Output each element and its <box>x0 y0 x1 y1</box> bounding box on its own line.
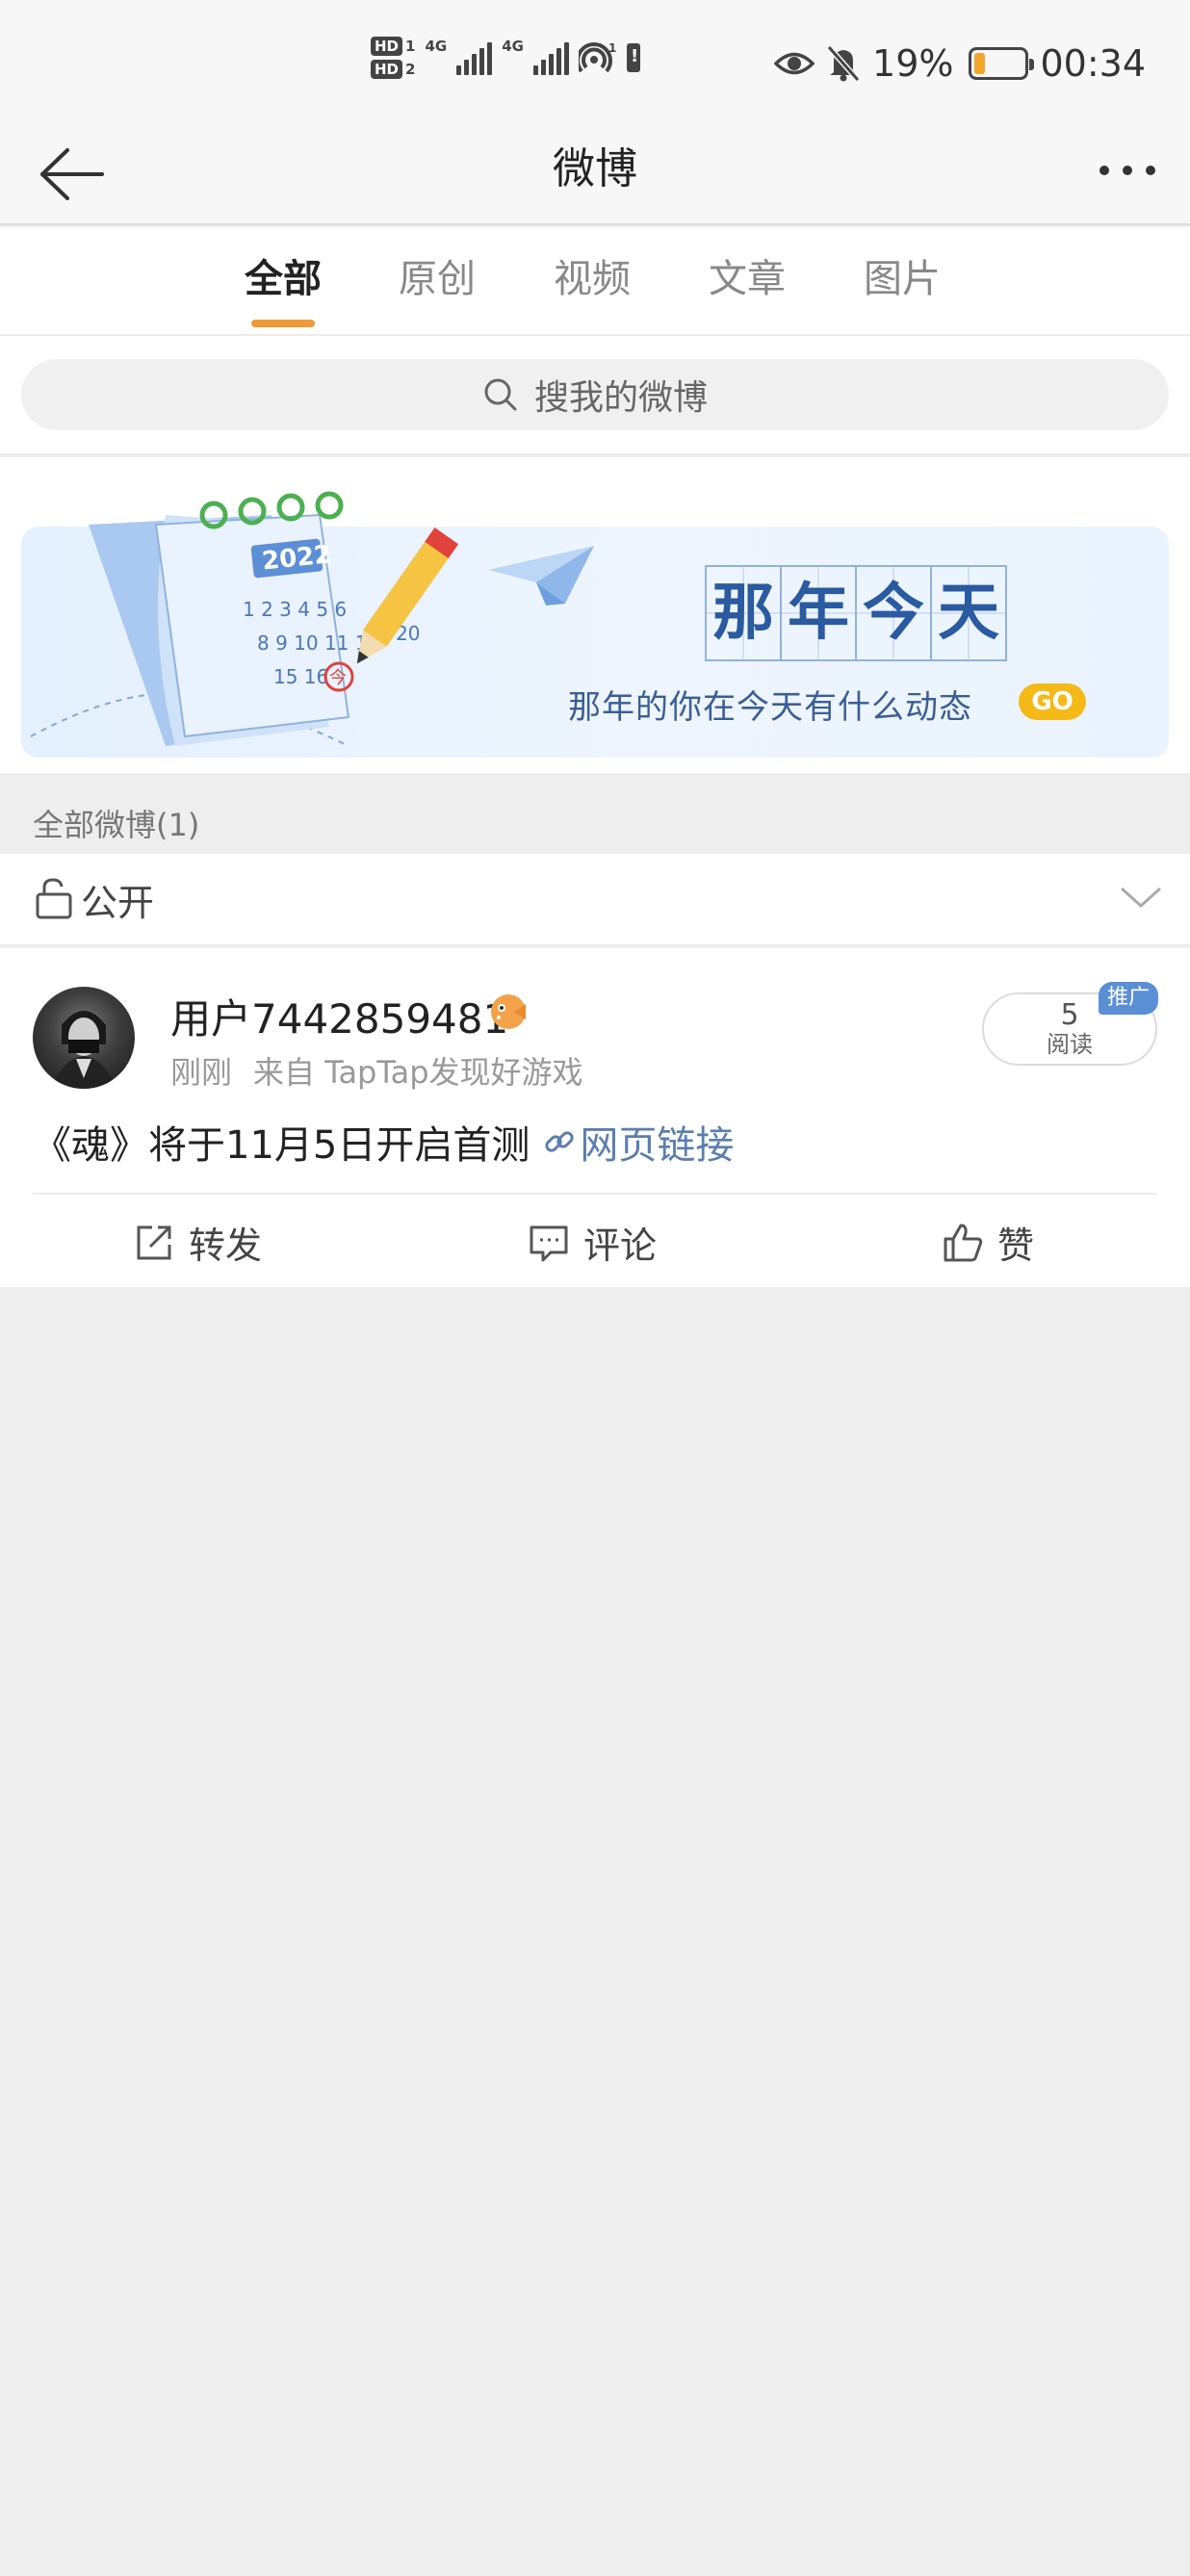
tab-video[interactable]: 视频 <box>554 252 631 306</box>
hd-badge-2: HD <box>371 60 403 79</box>
on-this-day-banner[interactable]: 2022 1 2 3 4 5 6 8 9 10 11 12 15 16 9 20… <box>21 491 1169 758</box>
status-bar: HD1 HD2 4G 4G 1 19% 00:34 <box>0 0 1190 125</box>
post-text: 《魂》将于11月5日开启首测 网页链接 <box>33 1114 734 1170</box>
search-placeholder: 搜我的微博 <box>533 378 708 418</box>
repost-label: 转发 <box>189 1224 263 1267</box>
like-button[interactable]: 赞 <box>942 1216 1034 1269</box>
post-meta: 刚刚 来自 TapTap发现好游戏 <box>170 1048 583 1093</box>
page-title: 微博 <box>553 144 637 193</box>
bell-muted-icon <box>826 45 861 82</box>
battery-icon <box>969 47 1035 80</box>
avatar-image <box>52 1011 116 1089</box>
clock: 00:34 <box>1040 42 1146 85</box>
filter-tabs: 全部 原创 视频 文章 图片 <box>0 227 1190 336</box>
post-time: 刚刚 <box>170 1054 233 1091</box>
search-input[interactable]: 搜我的微博 <box>21 359 1169 430</box>
read-label: 阅读 <box>1047 1031 1093 1058</box>
repost-icon <box>137 1225 171 1259</box>
tab-article[interactable]: 文章 <box>709 252 786 306</box>
post-username[interactable]: 用户7442859481 <box>170 987 508 1045</box>
banner-go-button[interactable]: GO <box>1019 683 1086 720</box>
user-badge-icon <box>491 994 526 1029</box>
network-type-1: 4G <box>425 38 448 55</box>
avatar[interactable] <box>33 987 135 1089</box>
tab-original[interactable]: 原创 <box>399 252 476 306</box>
hotspot-badge: 1 <box>608 41 616 55</box>
active-tab-indicator <box>251 320 315 327</box>
svg-text:15 16: 15 16 <box>273 665 328 688</box>
search-section: 搜我的微博 <box>0 336 1190 455</box>
banner-subtitle: 那年的你在今天有什么动态 <box>568 688 972 727</box>
eye-icon <box>774 52 815 75</box>
battery-warning-icon <box>626 43 640 72</box>
comment-label: 评论 <box>583 1224 658 1267</box>
status-left: HD 1 HD 2 4G 4G 1 <box>371 37 640 79</box>
promote-badge[interactable]: 推广 <box>1099 982 1158 1015</box>
banner-title-char: 今 <box>855 565 932 661</box>
banner-section: 2022 1 2 3 4 5 6 8 9 10 11 12 15 16 9 20… <box>0 457 1190 773</box>
search-icon <box>484 378 517 411</box>
banner-title-char: 天 <box>930 565 1007 661</box>
more-options-icon[interactable] <box>1099 166 1155 175</box>
visibility-label: 公开 <box>81 882 155 924</box>
tab-images[interactable]: 图片 <box>864 252 941 306</box>
comment-icon <box>530 1225 568 1261</box>
post-body: 《魂》将于11月5日开启首测 <box>33 1123 530 1168</box>
thumbs-up-icon <box>944 1224 983 1261</box>
paper-plane-icon <box>488 546 594 605</box>
sim-1-number: 1 <box>405 38 416 55</box>
hotspot-icon: 1 <box>578 41 616 73</box>
signal-bars-2-icon <box>532 40 569 75</box>
post-actions: 转发 评论 赞 <box>0 1197 1190 1287</box>
banner-title: 那 年 今 天 <box>705 565 1007 661</box>
status-right: 19% 00:34 <box>774 42 1146 85</box>
calendar-today-mark: 今 <box>329 668 347 688</box>
calendar-pencil-illustration: 2022 1 2 3 4 5 6 8 9 10 11 12 15 16 9 20… <box>30 491 459 747</box>
post-divider <box>33 1193 1157 1195</box>
svg-text:1 2 3 4 5 6: 1 2 3 4 5 6 <box>243 598 347 621</box>
web-link[interactable]: 网页链接 <box>543 1114 734 1170</box>
post-source: 来自 TapTap发现好游戏 <box>253 1054 583 1091</box>
hd-badge-1: HD <box>371 37 403 56</box>
visibility-filter[interactable]: 公开 <box>0 854 1190 946</box>
comment-button[interactable]: 评论 <box>528 1216 657 1269</box>
post-count-label: 全部微博(1) <box>33 807 200 843</box>
post-card: 用户7442859481 刚刚 来自 TapTap发现好游戏 5 阅读 推广 《魂… <box>0 948 1190 1287</box>
banner-title-char: 那 <box>705 565 782 661</box>
repost-button[interactable]: 转发 <box>133 1216 262 1269</box>
banner-title-char: 年 <box>780 565 857 661</box>
link-icon <box>545 1131 574 1152</box>
web-link-label: 网页链接 <box>580 1123 735 1168</box>
sim-indicator: HD 1 HD 2 <box>371 37 415 79</box>
chevron-down-icon[interactable] <box>1119 883 1163 912</box>
nav-bar: 微博 <box>0 125 1190 225</box>
battery-percent: 19% <box>872 42 954 85</box>
sim-2-number: 2 <box>405 61 416 78</box>
network-type-2: 4G <box>502 38 524 55</box>
unlock-icon <box>36 878 72 919</box>
like-label: 赞 <box>997 1224 1035 1267</box>
tab-all[interactable]: 全部 <box>245 252 322 306</box>
signal-bars-1-icon <box>456 40 493 75</box>
